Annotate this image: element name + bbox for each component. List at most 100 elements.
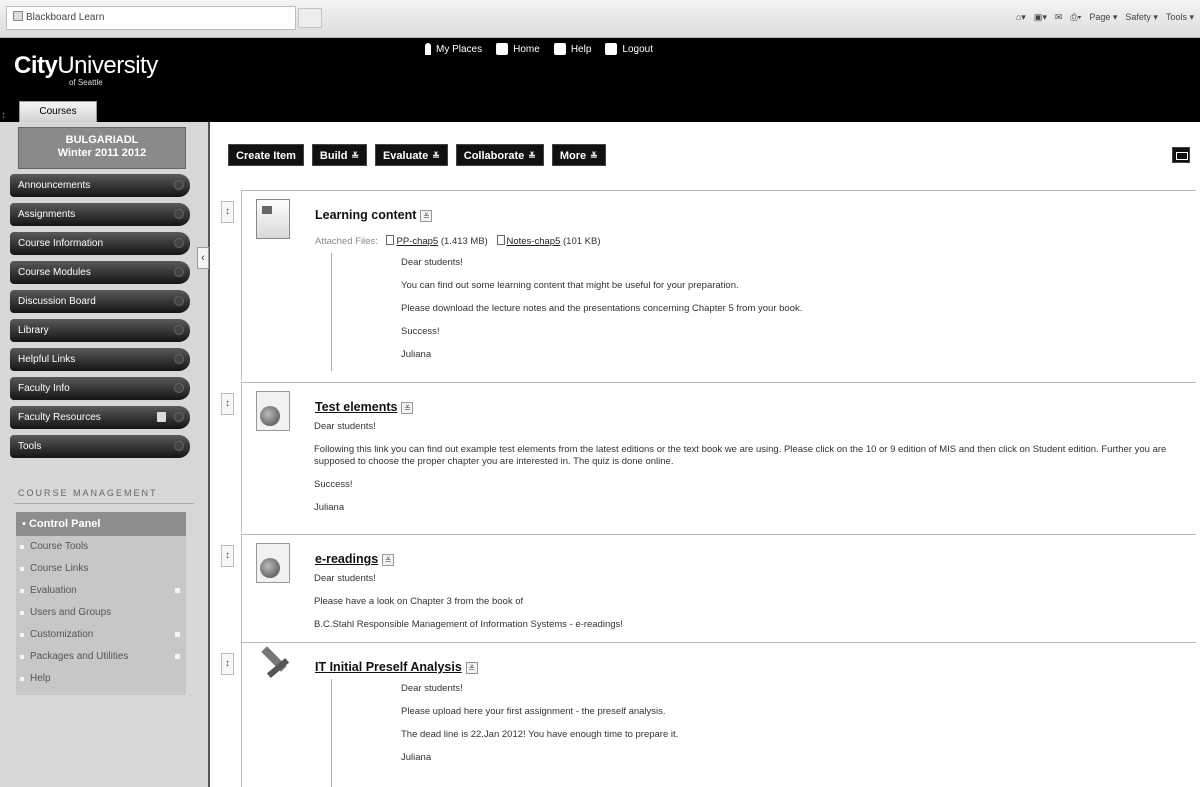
drag-handle-icon[interactable]: ↕ [221,393,234,415]
course-title-line1: BULGARIADL [65,134,139,146]
new-tab-button[interactable] [298,8,322,28]
body-text: Success! [314,479,353,490]
menu-end-icon [174,296,184,306]
file-size: (101 KB) [563,236,601,247]
build-button[interactable]: Build ≚ [311,144,367,166]
cp-item-evaluation[interactable]: Evaluation [16,580,186,602]
sidebar-item-discussion-board[interactable]: Discussion Board [10,290,190,313]
course-management-heading: COURSE MANAGEMENT [18,488,158,498]
nav-home-label: Home [513,43,540,55]
cp-item-course-tools[interactable]: Course Tools [16,536,186,558]
sidebar-item-faculty-resources[interactable]: Faculty Resources [10,406,190,429]
bullet-icon [20,655,24,659]
browser-tab[interactable]: Blackboard Learn [6,6,296,30]
indent-line [331,679,332,787]
cp-item-help[interactable]: Help [16,668,186,690]
collaborate-button[interactable]: Collaborate ≚ [455,144,544,166]
mail-icon[interactable]: ✉ [1055,12,1063,23]
evaluate-button[interactable]: Evaluate ≚ [374,144,448,166]
cp-item-customization[interactable]: Customization [16,624,186,646]
resize-grip-icon[interactable]: ↕ [1,110,7,121]
print-icon[interactable]: ⎙▾ [1070,12,1081,23]
chevron-down-icon[interactable]: ≚ [382,554,395,566]
attached-files: Attached Files: PP-chap5 (1.413 MB) Note… [315,235,601,247]
city-university-logo[interactable]: CityUniversity of Seattle [14,52,158,87]
sidebar-item-label: Course Information [18,238,104,249]
drag-handle-icon[interactable]: ↕ [221,201,234,223]
tools-menu[interactable]: Tools ▾ [1166,12,1194,23]
sidebar-item-label: Helpful Links [18,354,76,365]
chevron-down-icon[interactable]: ≚ [465,662,478,674]
sidebar-item-faculty-info[interactable]: Faculty Info [10,377,190,400]
drag-handle-icon[interactable]: ↕ [221,545,234,567]
cp-item-label: Help [30,673,51,684]
content-item: ↕ IT Initial Preself Analysis ≚ Dear stud… [221,642,1196,787]
bullet-icon [20,633,24,637]
top-navigation: My Places Home Help Logout [425,43,653,55]
sidebar-item-helpful-links[interactable]: Helpful Links [10,348,190,371]
file-link[interactable]: PP-chap5 (1.413 MB) [386,235,488,247]
body-text: Please upload here your first assignment… [401,706,666,717]
display-options-icon[interactable] [1172,147,1190,163]
body-text: Juliana [314,502,345,513]
nav-help[interactable]: Help [553,43,592,55]
item-body: Dear students! Please upload here your f… [401,683,1161,775]
item-title[interactable]: Learning content ≚ [315,208,433,222]
item-title-text: Test elements [315,400,398,414]
sidebar-item-announcements[interactable]: Announcements [10,174,190,197]
file-link[interactable]: Notes-chap5 (101 KB) [496,235,601,247]
cp-item-label: Users and Groups [30,607,112,618]
sidebar-item-course-information[interactable]: Course Information [10,232,190,255]
nav-logout[interactable]: Logout [605,43,653,55]
cp-item-users-and-groups[interactable]: Users and Groups [16,602,186,624]
chevron-down-icon: ≚ [351,151,359,161]
chevron-down-icon[interactable]: ≚ [401,402,414,414]
control-panel-header[interactable]: ▪ Control Panel [16,512,186,536]
course-title[interactable]: BULGARIADL Winter 2011 2012 [18,127,186,169]
build-label: Build [319,150,348,162]
browser-command-bar: ⌂▾ ▣▾ ✉ ⎙▾ Page ▾ Safety ▾ Tools ▾ [1016,12,1194,23]
nav-home[interactable]: Home [496,43,540,55]
sidebar-item-assignments[interactable]: Assignments [10,203,190,226]
nav-my-places[interactable]: My Places [425,43,482,55]
help-icon [553,43,566,55]
item-title[interactable]: IT Initial Preself Analysis ≚ [315,660,478,674]
create-item-button[interactable]: Create Item [228,144,304,166]
cp-item-packages-and-utilities[interactable]: Packages and Utilities [16,646,186,668]
item-title-text: Learning content [315,208,417,222]
person-icon [425,43,431,55]
safety-menu[interactable]: Safety ▾ [1125,12,1158,23]
new-content-icon [157,412,166,422]
sidebar-item-course-modules[interactable]: Course Modules [10,261,190,284]
drag-handle-icon[interactable]: ↕ [221,653,234,675]
sidebar-item-tools[interactable]: Tools [10,435,190,458]
item-title[interactable]: e-readings ≚ [315,552,395,566]
bullet-icon [20,611,24,615]
course-menu: Announcements Assignments Course Informa… [10,174,190,464]
bullet-icon [20,567,24,571]
cp-item-label: Course Links [30,563,89,574]
bullet-icon [20,677,24,681]
browser-toolbar: Blackboard Learn ⌂▾ ▣▾ ✉ ⎙▾ Page ▾ Safet… [0,0,1200,38]
home-icon[interactable]: ⌂▾ [1016,12,1026,23]
chevron-down-icon[interactable]: ≚ [420,210,433,222]
more-button[interactable]: More ≚ [551,144,606,166]
content-item: ↕ Learning content ≚ Attached Files: PP-c… [221,190,1196,380]
favicon-icon [13,11,23,21]
page-menu[interactable]: Page ▾ [1089,12,1117,23]
sidebar-item-library[interactable]: Library [10,319,190,342]
nav-help-label: Help [570,43,592,55]
feeds-icon[interactable]: ▣▾ [1034,12,1047,23]
nav-logout-label: Logout [622,43,653,55]
item-title[interactable]: Test elements ≚ [315,400,414,414]
logout-icon [605,43,618,55]
content-item: ↕ Test elements ≚ Dear students! Followin… [221,382,1196,532]
body-text: You can find out some learning content t… [401,280,739,291]
file-icon [496,235,505,245]
collapse-sidebar-icon[interactable]: ‹ [197,247,209,269]
document-icon [256,199,290,239]
tab-courses[interactable]: Courses [19,101,97,122]
cp-item-course-links[interactable]: Course Links [16,558,186,580]
browser-tab-title: Blackboard Learn [26,12,105,23]
body-text: B.C.Stahl Responsible Management of Info… [314,619,623,630]
